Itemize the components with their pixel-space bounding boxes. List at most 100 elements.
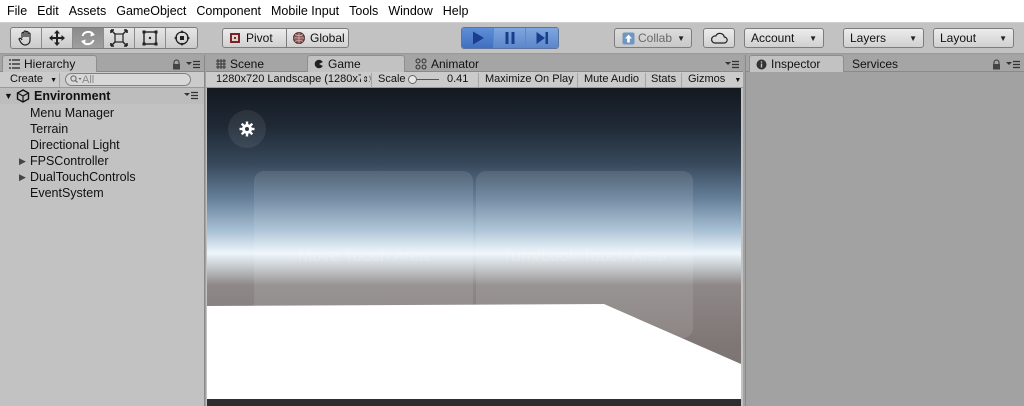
maximize-on-play-toggle[interactable]: Maximize On Play <box>481 73 578 87</box>
layout-dropdown[interactable]: Layout ▼ <box>933 28 1014 48</box>
hierarchy-item-fpscontroller[interactable]: ▶ FPSController <box>0 153 204 169</box>
mute-label: Mute Audio <box>584 73 640 85</box>
panel-menu-icon[interactable] <box>725 60 739 70</box>
gizmos-dropdown[interactable]: Gizmos ▼ <box>684 73 741 87</box>
move-tool-button[interactable] <box>42 28 73 48</box>
floor-plane <box>207 304 741 406</box>
step-button[interactable] <box>526 28 558 48</box>
menu-help[interactable]: Help <box>438 0 474 22</box>
game-viewport[interactable]: Move Touch Area Turn/Look Touch Area <box>207 88 741 406</box>
expand-arrow-icon[interactable]: ▶ <box>19 169 26 185</box>
transform-tool-button[interactable] <box>166 28 197 48</box>
collab-label: Collab <box>638 31 673 45</box>
chevron-down-icon: ▼ <box>50 77 58 84</box>
hierarchy-item-label: Directional Light <box>30 138 120 152</box>
hierarchy-search-field[interactable]: All <box>65 73 191 86</box>
tab-animator-label: Animator <box>431 56 480 71</box>
resolution-dropdown[interactable]: 1280x720 Landscape (1280x720) ⇕ <box>212 73 372 87</box>
scale-label: Scale <box>378 73 406 85</box>
hierarchy-item-eventsystem[interactable]: EventSystem <box>0 185 204 201</box>
chevron-down-icon: ▼ <box>677 33 685 43</box>
create-dropdown[interactable]: Create ▼ <box>4 73 60 87</box>
menu-file[interactable]: File <box>2 0 32 22</box>
menu-gameobject[interactable]: GameObject <box>111 0 191 22</box>
tab-hierarchy[interactable]: Hierarchy <box>2 55 97 72</box>
tab-animator[interactable]: Animator <box>409 55 519 72</box>
unity-scene-icon <box>16 89 30 103</box>
tab-game[interactable]: Game <box>307 55 405 72</box>
transform-tools <box>10 27 198 49</box>
play-controls <box>461 27 559 49</box>
expand-arrow-icon[interactable]: ▶ <box>19 153 26 169</box>
hierarchy-item-label: EventSystem <box>30 186 104 200</box>
account-dropdown[interactable]: Account ▼ <box>744 28 824 48</box>
pause-button[interactable] <box>494 28 526 48</box>
move-tool-icon <box>49 30 65 46</box>
list-icon <box>9 59 20 69</box>
scene-menu-icon[interactable] <box>184 91 198 101</box>
rect-tool-button[interactable] <box>135 28 166 48</box>
expand-arrow-icon[interactable]: ▼ <box>4 88 13 104</box>
play-button[interactable] <box>462 28 494 48</box>
info-icon <box>756 59 767 69</box>
hierarchy-item-menu-manager[interactable]: Menu Manager <box>0 105 204 121</box>
cloud-button[interactable] <box>703 28 735 48</box>
hierarchy-item-label: Menu Manager <box>30 106 115 120</box>
stats-label: Stats <box>651 73 677 85</box>
menu-tools[interactable]: Tools <box>344 0 383 22</box>
global-toggle[interactable]: Global <box>286 28 349 48</box>
hierarchy-item-label: DualTouchControls <box>30 170 136 184</box>
rotate-tool-button[interactable] <box>73 28 104 48</box>
menu-mobile-input[interactable]: Mobile Input <box>266 0 344 22</box>
hierarchy-item-directional-light[interactable]: Directional Light <box>0 137 204 153</box>
gizmos-label: Gizmos <box>688 73 726 85</box>
tab-scene[interactable]: Scene <box>210 55 302 72</box>
layers-dropdown[interactable]: Layers ▼ <box>843 28 924 48</box>
hierarchy-item-dualtouchcontrols[interactable]: ▶ DualTouchControls <box>0 169 204 185</box>
rotate-tool-icon <box>81 30 95 46</box>
maximize-label: Maximize On Play <box>485 73 574 85</box>
collab-dropdown[interactable]: Collab ▼ <box>614 28 692 48</box>
hierarchy-tab-bar: Hierarchy <box>0 55 204 72</box>
animator-icon <box>415 58 427 69</box>
rect-tool-icon <box>142 30 158 46</box>
hierarchy-item-terrain[interactable]: Terrain <box>0 121 204 137</box>
step-icon <box>536 32 548 44</box>
stats-toggle[interactable]: Stats <box>647 73 682 87</box>
lock-icon[interactable] <box>992 59 1001 70</box>
chevron-down-icon: ▼ <box>734 77 742 84</box>
panel-menu-icon[interactable] <box>186 60 200 70</box>
globe-icon <box>293 32 305 44</box>
pause-icon <box>505 32 514 44</box>
pivot-icon <box>230 33 240 43</box>
panel-menu-icon[interactable] <box>1006 60 1020 70</box>
menu-assets[interactable]: Assets <box>64 0 112 22</box>
updown-arrow-icon: ⇕ <box>361 73 369 86</box>
scale-slider-thumb[interactable] <box>408 75 417 84</box>
pivot-toggle[interactable]: Pivot <box>222 28 287 48</box>
mute-audio-toggle[interactable]: Mute Audio <box>580 73 646 87</box>
menu-window[interactable]: Window <box>383 0 437 22</box>
hierarchy-toolbar: Create ▼ All <box>0 72 204 88</box>
hand-tool-button[interactable] <box>11 28 42 48</box>
lock-icon[interactable] <box>172 59 181 70</box>
hierarchy-tab-label: Hierarchy <box>24 57 76 71</box>
menu-component[interactable]: Component <box>191 0 266 22</box>
collab-icon <box>622 32 635 44</box>
account-label: Account <box>751 31 795 45</box>
layers-label: Layers <box>850 31 887 45</box>
chevron-down-icon: ▼ <box>999 33 1007 43</box>
cloud-icon <box>711 32 728 44</box>
scale-slider[interactable]: Scale 0.41 <box>374 73 479 87</box>
chevron-down-icon: ▼ <box>909 33 917 43</box>
inspector-tab-bar: Inspector Services <box>746 55 1024 72</box>
scale-tool-button[interactable] <box>104 28 135 48</box>
scene-row[interactable]: ▼ Environment <box>0 88 204 104</box>
hierarchy-panel: Hierarchy Create ▼ All ▼ Environment Men… <box>0 55 205 406</box>
hierarchy-item-label: FPSController <box>30 154 109 168</box>
tab-inspector[interactable]: Inspector <box>749 55 844 72</box>
menu-edit[interactable]: Edit <box>32 0 64 22</box>
tab-services[interactable]: Services <box>846 55 936 72</box>
search-icon <box>70 75 82 83</box>
scale-tool-icon <box>110 29 128 47</box>
